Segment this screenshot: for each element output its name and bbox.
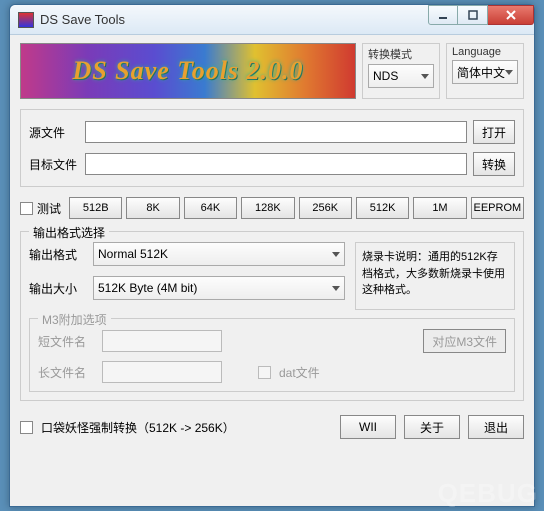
m3-match-button[interactable]: 对应M3文件 xyxy=(423,329,506,353)
output-group-title: 输出格式选择 xyxy=(29,224,109,241)
m3-long-label: 长文件名 xyxy=(38,364,94,381)
m3-short-input xyxy=(102,330,222,352)
m3-group-title: M3附加选项 xyxy=(38,311,111,328)
wii-button[interactable]: WII xyxy=(340,415,396,439)
size-button-512k[interactable]: 512K xyxy=(356,197,409,219)
m3-short-label: 短文件名 xyxy=(38,333,94,350)
output-description: 烧录卡说明：通用的512K存档格式，大多数新烧录卡使用这种格式。 xyxy=(355,242,515,310)
convert-button[interactable]: 转换 xyxy=(473,152,515,176)
source-input[interactable] xyxy=(85,121,467,143)
mode-select[interactable]: NDS xyxy=(368,64,434,88)
language-select[interactable]: 简体中文 xyxy=(452,60,518,84)
maximize-button[interactable] xyxy=(458,5,488,25)
bottom-row: 口袋妖怪强制转换（512K -> 256K） WII 关于 退出 xyxy=(20,415,524,439)
size-button-512b[interactable]: 512B xyxy=(69,197,122,219)
size-row: 测试 512B 8K 64K 128K 256K 512K 1M EEPROM xyxy=(20,197,524,219)
language-label: Language xyxy=(452,46,518,58)
output-group: 输出格式选择 输出格式 Normal 512K 输出大小 512K Byte (… xyxy=(20,231,524,401)
m3-long-input xyxy=(102,361,222,383)
size-button-8k[interactable]: 8K xyxy=(126,197,179,219)
app-icon xyxy=(18,12,34,28)
source-label: 源文件 xyxy=(29,124,79,141)
m3-group: M3附加选项 短文件名 对应M3文件 长文件名 dat文件 xyxy=(29,318,515,392)
output-format-label: 输出格式 xyxy=(29,246,85,263)
size-button-256k[interactable]: 256K xyxy=(299,197,352,219)
size-button-64k[interactable]: 64K xyxy=(184,197,237,219)
banner: DS Save Tools 2.0.0 xyxy=(20,43,356,99)
chevron-down-icon xyxy=(332,286,340,291)
output-size-value: 512K Byte (4M bit) xyxy=(98,281,197,295)
mode-label: 转换模式 xyxy=(368,46,434,62)
size-button-128k[interactable]: 128K xyxy=(241,197,294,219)
chevron-down-icon xyxy=(421,74,429,79)
dat-checkbox xyxy=(258,366,271,379)
dat-label: dat文件 xyxy=(279,364,320,381)
window-title: DS Save Tools xyxy=(40,12,428,27)
file-panel: 源文件 打开 目标文件 转换 xyxy=(20,109,524,187)
output-size-label: 输出大小 xyxy=(29,280,85,297)
close-button[interactable] xyxy=(488,5,534,25)
exit-button[interactable]: 退出 xyxy=(468,415,524,439)
about-button[interactable]: 关于 xyxy=(404,415,460,439)
mode-value: NDS xyxy=(373,69,398,83)
open-button[interactable]: 打开 xyxy=(473,120,515,144)
pokemon-checkbox[interactable] xyxy=(20,421,33,434)
titlebar[interactable]: DS Save Tools xyxy=(10,5,534,35)
main-window: DS Save Tools DS Save Tools 2.0.0 转换模式 N… xyxy=(9,4,535,507)
pokemon-label: 口袋妖怪强制转换（512K -> 256K） xyxy=(41,419,235,436)
size-button-eeprom[interactable]: EEPROM xyxy=(471,197,524,219)
target-input[interactable] xyxy=(85,153,467,175)
output-format-value: Normal 512K xyxy=(98,247,168,261)
chevron-down-icon xyxy=(505,70,513,75)
target-label: 目标文件 xyxy=(29,156,79,173)
client-area: DS Save Tools 2.0.0 转换模式 NDS Language 简体… xyxy=(10,35,534,506)
language-group: Language 简体中文 xyxy=(446,43,524,99)
mode-group: 转换模式 NDS xyxy=(362,43,440,99)
minimize-button[interactable] xyxy=(428,5,458,25)
test-label: 测试 xyxy=(37,200,61,217)
language-value: 简体中文 xyxy=(457,64,505,81)
test-checkbox[interactable] xyxy=(20,202,33,215)
chevron-down-icon xyxy=(332,252,340,257)
output-format-select[interactable]: Normal 512K xyxy=(93,242,345,266)
banner-text: DS Save Tools 2.0.0 xyxy=(72,56,303,86)
output-size-select[interactable]: 512K Byte (4M bit) xyxy=(93,276,345,300)
size-button-1m[interactable]: 1M xyxy=(413,197,466,219)
